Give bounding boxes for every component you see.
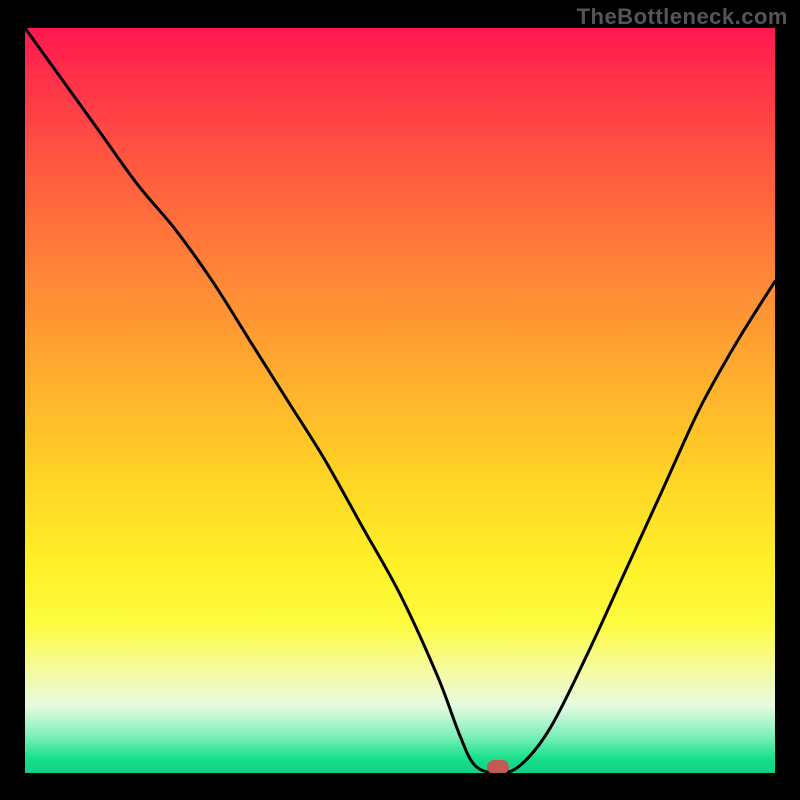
bottleneck-curve xyxy=(25,28,775,773)
plot-area xyxy=(25,28,775,773)
chart-frame: TheBottleneck.com xyxy=(0,0,800,800)
minimum-marker xyxy=(487,760,509,773)
watermark-text: TheBottleneck.com xyxy=(577,4,788,30)
